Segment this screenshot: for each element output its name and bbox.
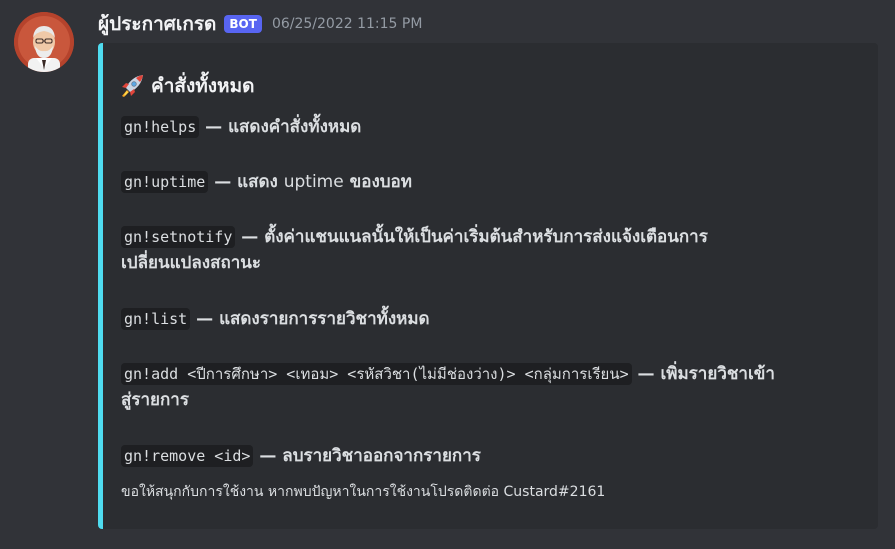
command-description: ของบอท: [343, 172, 412, 192]
command-line-setnotify: gn!setnotify — ตั้งค่าแชนแนลนั้นให้เป็นค…: [121, 224, 861, 276]
command-line-add: gn!add <ปีการศึกษา> <เทอม> <รหัสวิชา(ไม่…: [121, 361, 861, 413]
embed-content: คำสั่งทั้งหมด gn!helps — แสดงคำสั่งทั้งห…: [121, 71, 861, 500]
separator: —: [631, 364, 661, 384]
command-description: แสดงรายการรายวิชาทั้งหมด: [219, 309, 430, 329]
command-description-plain: uptime: [283, 172, 344, 192]
command-code: gn!helps: [121, 116, 200, 138]
separator: —: [253, 446, 283, 466]
command-line-uptime: gn!uptime — แสดง uptime ของบอท: [121, 169, 861, 195]
avatar-portrait: [14, 12, 74, 72]
embed-accent-bar: [98, 43, 103, 529]
command-code: gn!add <ปีการศึกษา> <เทอม> <รหัสวิชา(ไม่…: [121, 363, 632, 385]
separator: —: [208, 172, 238, 192]
command-line-helps: gn!helps — แสดงคำสั่งทั้งหมด: [121, 114, 861, 140]
separator: —: [199, 117, 229, 137]
separator: —: [190, 309, 220, 329]
command-description: สู่รายการ: [121, 390, 189, 410]
chat-message: ผู้ประกาศเกรด BOT 06/25/2022 11:15 PM คำ…: [0, 0, 895, 549]
message-timestamp[interactable]: 06/25/2022 11:15 PM: [272, 16, 422, 32]
bot-badge: BOT: [224, 15, 262, 33]
command-description: เปลี่ยนแปลงสถานะ: [121, 253, 262, 273]
command-description: เพิ่มรายวิชาเข้า: [660, 364, 775, 384]
embed-footer: ขอให้สนุกกับการใช้งาน หากพบปัญหาในการใช้…: [121, 484, 606, 500]
command-code: gn!setnotify: [121, 226, 236, 248]
command-line-remove: gn!remove <id> — ลบรายวิชาออกจากรายการ: [121, 443, 861, 469]
message-header: ผู้ประกาศเกรด BOT 06/25/2022 11:15 PM: [98, 10, 422, 38]
command-description: แสดงคำสั่งทั้งหมด: [228, 117, 362, 137]
separator: —: [235, 227, 265, 247]
command-line-list: gn!list — แสดงรายการรายวิชาทั้งหมด: [121, 306, 861, 332]
command-description: แสดง: [237, 172, 284, 192]
embed-title-text: คำสั่งทั้งหมด: [151, 75, 255, 97]
command-description: ลบรายวิชาออกจากรายการ: [282, 446, 481, 466]
command-code: gn!list: [121, 308, 191, 330]
embed: คำสั่งทั้งหมด gn!helps — แสดงคำสั่งทั้งห…: [98, 43, 878, 529]
username[interactable]: ผู้ประกาศเกรด: [98, 9, 216, 39]
command-description: ตั้งค่าแชนแนลนั้นให้เป็นค่าเริ่มต้นสำหรั…: [264, 227, 708, 247]
avatar[interactable]: [14, 12, 74, 72]
embed-title: คำสั่งทั้งหมด: [121, 71, 861, 101]
command-code: gn!uptime: [121, 171, 209, 193]
rocket-icon: [122, 75, 143, 97]
command-code: gn!remove <id>: [121, 445, 254, 467]
